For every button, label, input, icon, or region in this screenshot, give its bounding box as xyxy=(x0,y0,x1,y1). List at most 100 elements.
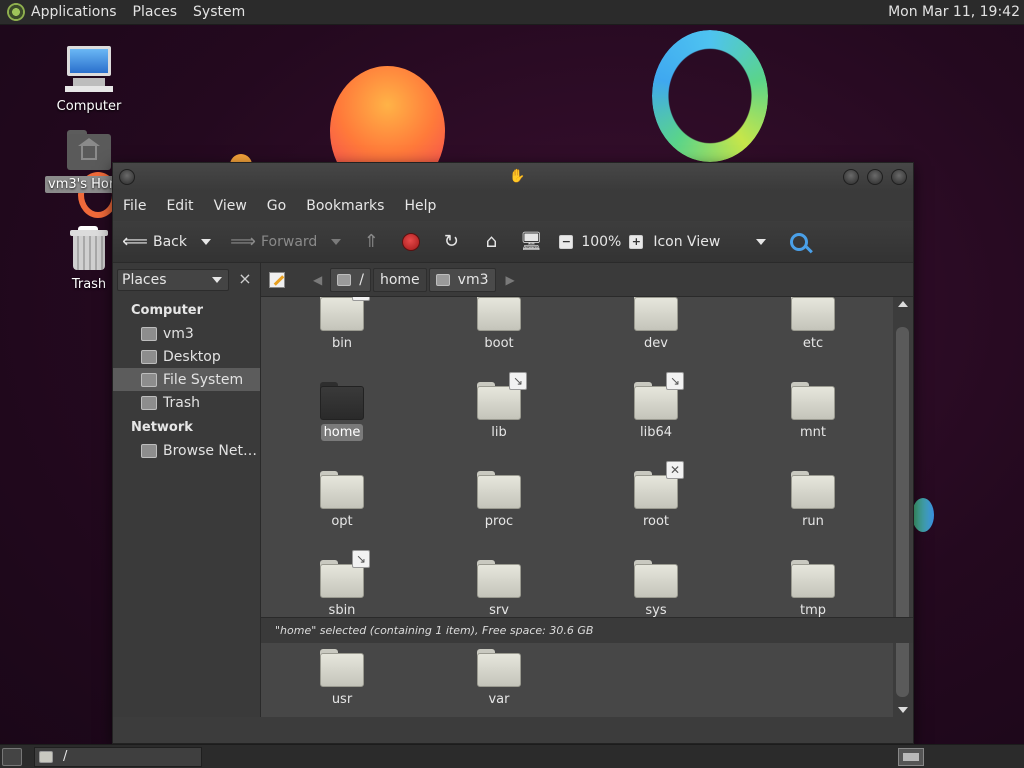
menu-help[interactable]: Help xyxy=(404,198,436,214)
computer-button[interactable]: 🖥 xyxy=(519,231,549,253)
maximize-button[interactable] xyxy=(867,169,883,185)
file-item[interactable]: opt xyxy=(287,471,397,530)
show-desktop-button[interactable] xyxy=(2,747,22,766)
minimize-button[interactable] xyxy=(843,169,859,185)
file-item-label: home xyxy=(320,424,364,441)
window-titlebar[interactable]: ✋ xyxy=(113,163,913,191)
forward-history-dropdown[interactable] xyxy=(331,238,342,245)
window-menu-button[interactable] xyxy=(119,169,135,185)
sidebar-item-trash[interactable]: Trash xyxy=(113,391,260,414)
up-button[interactable]: ⇑ xyxy=(359,231,389,253)
back-history-dropdown[interactable] xyxy=(201,238,211,245)
edit-location-icon[interactable] xyxy=(269,271,285,288)
path-right-arrow-icon[interactable]: ▶ xyxy=(506,273,515,287)
home-folder-icon xyxy=(67,130,111,170)
file-item[interactable]: ↘ bin xyxy=(287,297,397,352)
file-item[interactable]: var xyxy=(444,649,554,708)
sidebar-item-vm3[interactable]: vm3 xyxy=(113,322,260,345)
forward-button[interactable]: ⟹ Forward xyxy=(230,231,342,253)
taskbar-item-file-manager[interactable]: / xyxy=(34,746,202,767)
sidebar-item-desktop[interactable]: Desktop xyxy=(113,345,260,368)
panel-clock[interactable]: Mon Mar 11, 19:42 xyxy=(888,4,1020,20)
file-item[interactable]: proc xyxy=(444,471,554,530)
sidebar-type-select[interactable]: Places xyxy=(117,269,229,291)
reload-button[interactable]: ↻ xyxy=(439,231,469,253)
file-icon-grid[interactable]: ↘ bin boot dev etc home ↘ lib ↘ lib64 mnt opt proc ✕ r… xyxy=(261,297,893,717)
desktop-icon-label: Computer xyxy=(56,99,122,114)
view-mode-select[interactable]: Icon View xyxy=(653,234,767,250)
file-item[interactable]: srv xyxy=(444,560,554,619)
file-item[interactable]: ✕ root xyxy=(601,461,711,530)
file-item-label: usr xyxy=(331,692,353,707)
file-item[interactable]: boot xyxy=(444,297,554,352)
folder-icon: ✕ xyxy=(634,461,684,509)
pathbar: ◀ / home vm3 ▶ xyxy=(261,263,913,297)
symlink-emblem-icon: ↘ xyxy=(509,372,527,390)
home-button[interactable]: ⌂ xyxy=(479,231,509,253)
file-item[interactable]: dev xyxy=(601,297,711,352)
sidebar-section-title: Network xyxy=(131,420,193,435)
status-bar: "home" selected (containing 1 item), Fre… xyxy=(261,617,913,643)
file-item-label: lib xyxy=(491,425,507,440)
top-panel: Applications Places System Mon Mar 11, 1… xyxy=(0,0,1024,25)
folder-icon xyxy=(791,471,835,509)
scroll-up-icon[interactable] xyxy=(898,301,908,307)
menu-file[interactable]: File xyxy=(123,198,146,214)
path-left-arrow-icon[interactable]: ◀ xyxy=(313,273,322,287)
file-item-label: boot xyxy=(484,336,514,351)
folder-icon xyxy=(320,649,364,687)
file-item[interactable]: usr xyxy=(287,649,397,708)
menu-go[interactable]: Go xyxy=(267,198,286,214)
file-item[interactable]: ↘ lib64 xyxy=(601,372,711,441)
stop-button[interactable] xyxy=(399,231,429,253)
file-item[interactable]: etc xyxy=(758,297,868,352)
file-item-label: opt xyxy=(331,514,353,529)
menu-bookmarks[interactable]: Bookmarks xyxy=(306,198,384,214)
desktop-icon xyxy=(141,349,157,364)
distro-logo-icon[interactable] xyxy=(7,3,25,21)
workspace-switcher[interactable] xyxy=(898,747,924,766)
zoom-out-icon[interactable]: − xyxy=(559,234,574,249)
desktop-icon-computer[interactable]: Computer xyxy=(44,46,134,115)
sidebar-item-label: File System xyxy=(163,371,244,388)
zoom-in-icon[interactable]: + xyxy=(629,234,644,249)
file-item[interactable]: home xyxy=(287,382,397,441)
menu-edit[interactable]: Edit xyxy=(166,198,193,214)
drive-icon xyxy=(141,372,157,387)
scroll-down-icon[interactable] xyxy=(898,707,908,713)
path-segment-vm3[interactable]: vm3 xyxy=(428,267,496,292)
sidebar-item-browse-network[interactable]: Browse Net… xyxy=(113,439,260,462)
file-item[interactable]: ↘ sbin xyxy=(287,550,397,619)
home-icon: ⌂ xyxy=(485,231,498,252)
drive-icon xyxy=(337,273,352,286)
up-arrow-icon: ⇑ xyxy=(363,231,379,252)
folder-icon xyxy=(39,750,53,763)
path-segment-home[interactable]: home xyxy=(372,267,427,292)
close-button[interactable] xyxy=(891,169,907,185)
menu-places[interactable]: Places xyxy=(133,4,178,20)
close-icon[interactable]: × xyxy=(237,271,253,288)
back-button[interactable]: ⟸ Back xyxy=(122,231,211,253)
zoom-level[interactable]: 100% xyxy=(581,234,621,250)
computer-icon xyxy=(65,46,113,92)
content-area: Places × Computer vm3 Desktop File Syste… xyxy=(113,263,913,743)
sidebar-item-file-system[interactable]: File System xyxy=(113,368,260,391)
bottom-panel: / xyxy=(0,744,1024,768)
file-item[interactable]: mnt xyxy=(758,382,868,441)
menu-applications[interactable]: Applications xyxy=(31,4,117,20)
forward-label: Forward xyxy=(261,233,318,250)
file-item[interactable]: ↘ lib xyxy=(444,372,554,441)
folder-icon xyxy=(791,382,835,420)
search-button[interactable] xyxy=(790,232,809,251)
path-segment-root[interactable]: / xyxy=(330,267,371,292)
folder-icon xyxy=(477,471,521,509)
menu-system[interactable]: System xyxy=(193,4,245,20)
file-item-label: dev xyxy=(644,336,668,351)
file-item[interactable]: sys xyxy=(601,560,711,619)
menu-view[interactable]: View xyxy=(214,198,247,214)
file-item[interactable]: tmp xyxy=(758,560,868,619)
file-item[interactable]: run xyxy=(758,471,868,530)
vertical-scrollbar[interactable] xyxy=(893,297,913,717)
folder-icon: ↘ xyxy=(634,372,684,420)
path-segment-label: vm3 xyxy=(457,271,489,288)
